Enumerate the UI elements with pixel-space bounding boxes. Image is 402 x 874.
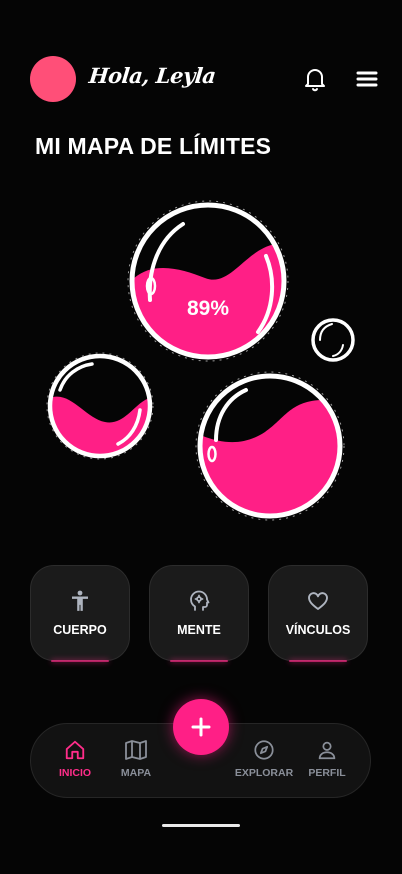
heart-icon (308, 592, 328, 610)
bubble-left[interactable] (46, 352, 154, 460)
nav-item-mapa[interactable]: MAPA (106, 739, 166, 779)
category-card-mente[interactable]: MENTE (149, 565, 249, 662)
nav-item-perfil[interactable]: PERFIL (297, 739, 357, 779)
bubble-main[interactable]: 89% (127, 200, 290, 365)
nav-label: EXPLORAR (234, 767, 294, 779)
add-button[interactable] (173, 699, 229, 755)
bubble-right[interactable] (195, 371, 345, 521)
map-icon (125, 740, 147, 760)
compass-icon (254, 740, 274, 760)
category-label: CUERPO (53, 623, 107, 637)
greeting: Hola, Leyla (87, 63, 217, 88)
bell-icon[interactable] (302, 66, 328, 92)
home-icon (65, 740, 85, 760)
head-gear-icon (190, 590, 210, 611)
nav-label: PERFIL (308, 767, 346, 779)
category-card-vinculos[interactable]: VÍNCULOS (268, 565, 368, 662)
person-icon (72, 590, 88, 611)
category-label: VÍNCULOS (285, 623, 351, 637)
home-indicator (162, 824, 240, 827)
page-title: MI MAPA DE LÍMITES (35, 133, 272, 159)
nav-label: INICIO (58, 767, 92, 779)
menu-icon[interactable] (354, 66, 380, 92)
nav-item-inicio[interactable]: INICIO (45, 739, 105, 779)
avatar[interactable] (30, 56, 76, 102)
limits-bubbles: 89% (46, 200, 355, 521)
category-label: MENTE (177, 623, 221, 637)
user-icon (318, 741, 336, 760)
nav-item-explorar[interactable]: EXPLORAR (234, 739, 294, 779)
bubble-small[interactable] (311, 318, 355, 362)
nav-label: MAPA (120, 767, 152, 779)
main-percent: 89% (187, 297, 229, 320)
plus-icon (191, 717, 211, 737)
category-card-cuerpo[interactable]: CUERPO (30, 565, 130, 662)
